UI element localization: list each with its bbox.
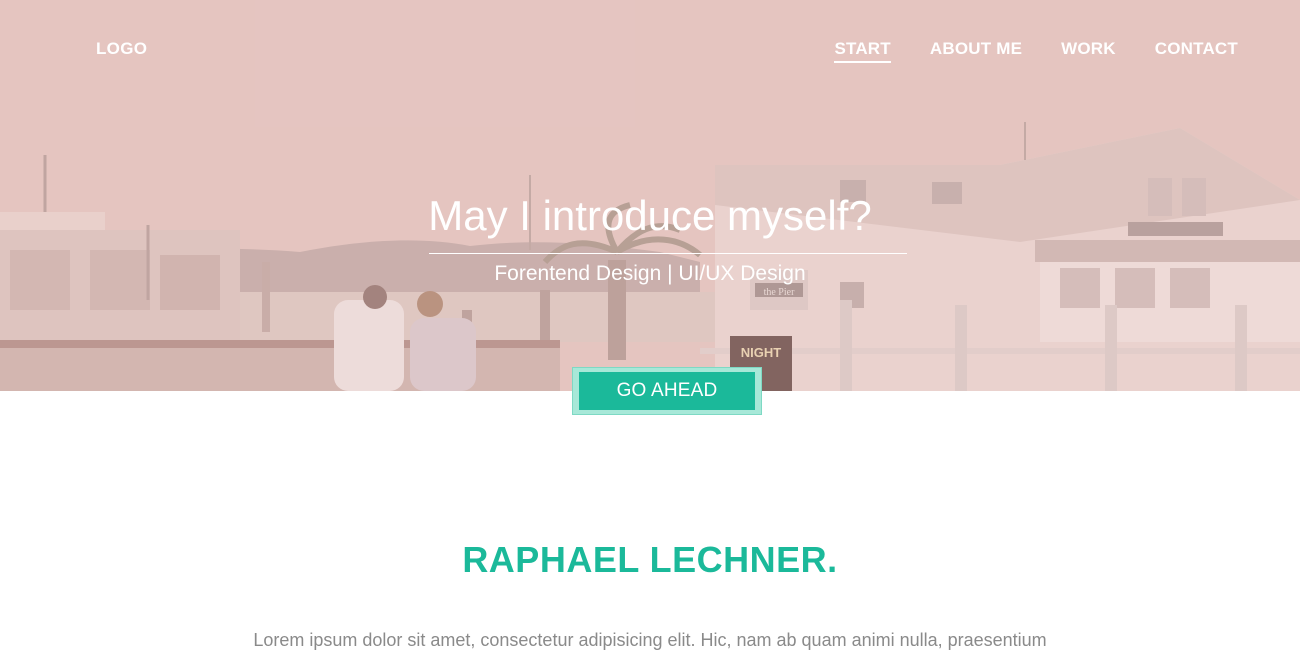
nav-item-about-me[interactable]: ABOUT ME — [930, 39, 1022, 63]
hero-section: NIGHT the Pier LOGO START ABOUT ME WORK … — [0, 0, 1300, 391]
main-nav: START ABOUT ME WORK CONTACT — [834, 39, 1238, 63]
go-ahead-button-frame: GO AHEAD — [572, 367, 762, 415]
nav-item-start[interactable]: START — [834, 39, 891, 63]
hero-title: May I introduce myself? — [428, 192, 872, 239]
logo[interactable]: LOGO — [96, 39, 147, 59]
intro-text: Lorem ipsum dolor sit amet, consectetur … — [253, 630, 1047, 650]
nav-item-contact[interactable]: CONTACT — [1155, 39, 1238, 63]
hero-subtitle: Forentend Design | UI/UX Design — [494, 262, 806, 285]
go-ahead-button[interactable]: GO AHEAD — [579, 372, 755, 410]
profile-name: RAPHAEL LECHNER. — [462, 539, 838, 580]
hero-divider — [429, 253, 907, 254]
nav-item-work[interactable]: WORK — [1061, 39, 1116, 63]
